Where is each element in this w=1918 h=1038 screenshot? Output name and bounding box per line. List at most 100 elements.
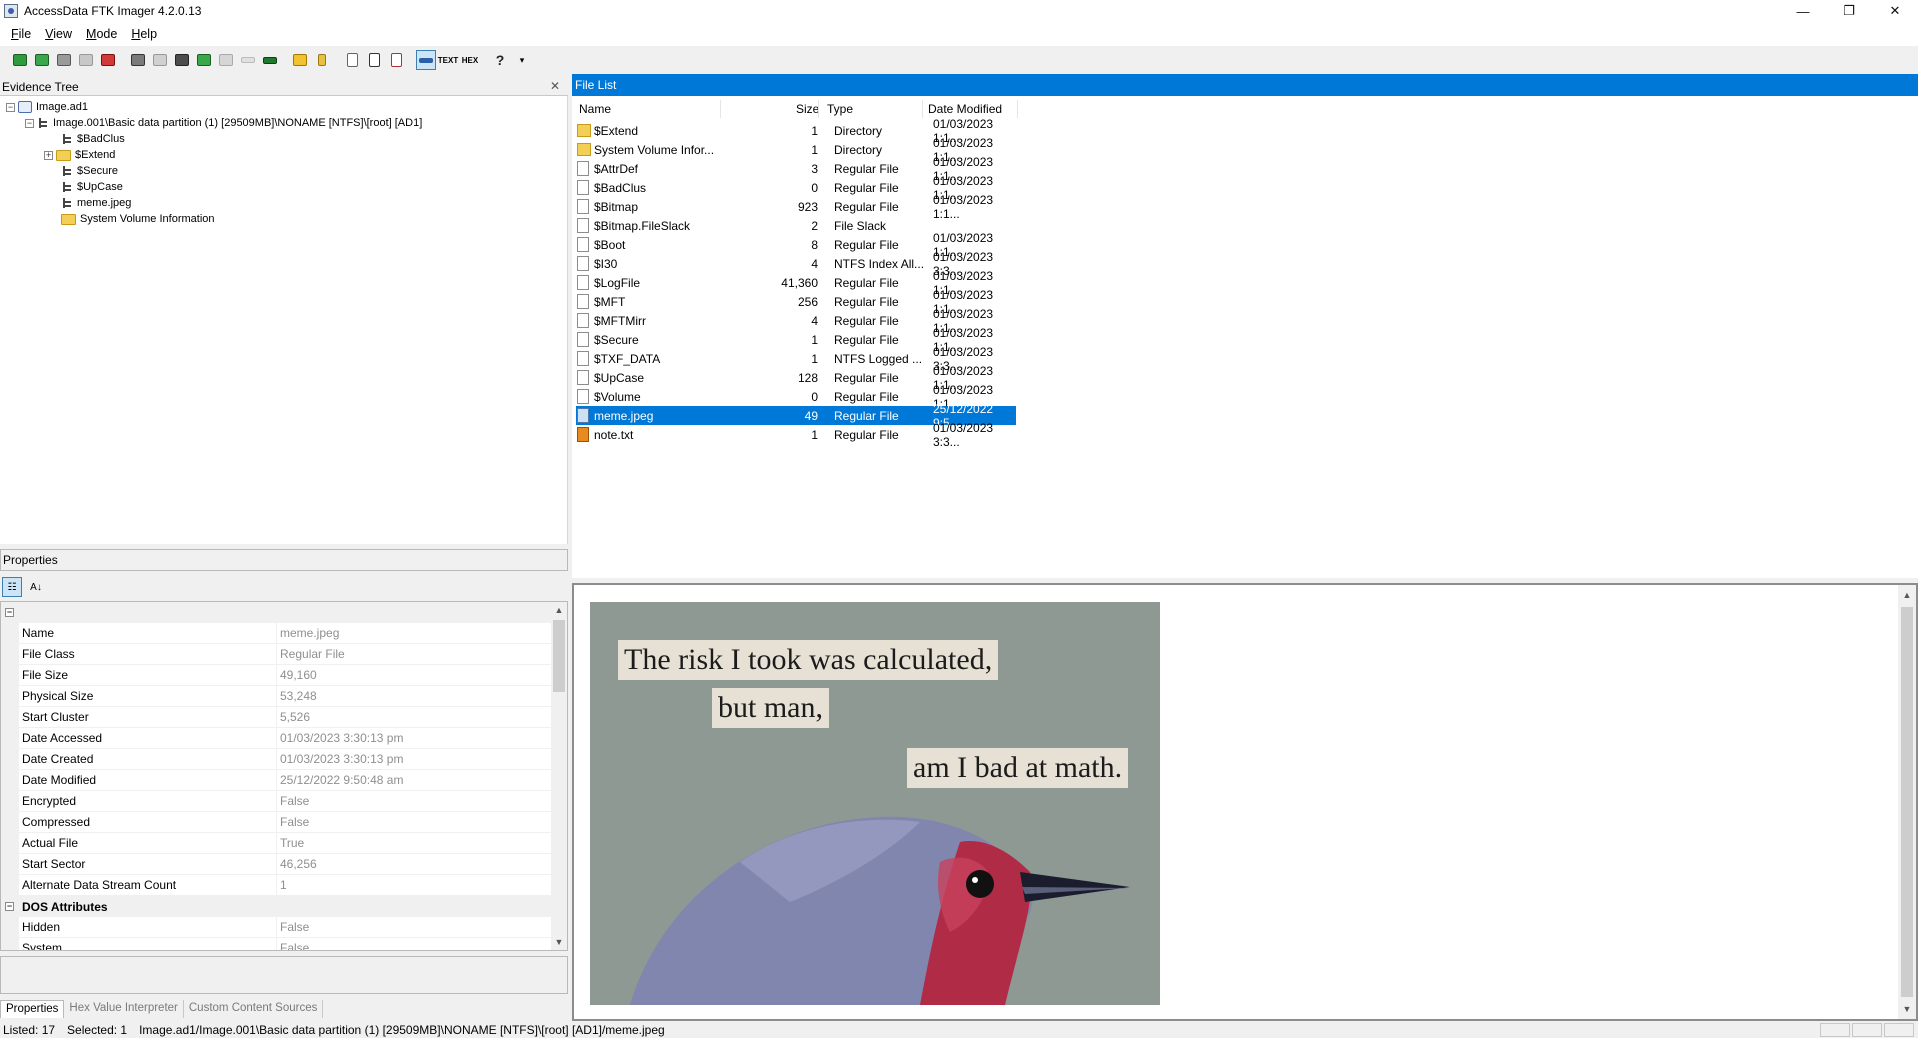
tree-node-secure[interactable]: $Secure: [61, 163, 118, 179]
property-name: Start Sector: [19, 853, 277, 875]
property-row[interactable]: System False: [1, 937, 552, 950]
more-icon[interactable]: ▾: [512, 50, 532, 70]
column-header-name[interactable]: Name: [579, 100, 611, 118]
tab-hex-value-interpreter[interactable]: Hex Value Interpreter: [64, 1000, 184, 1018]
export-disk-image-icon[interactable]: [150, 50, 170, 70]
scroll-up-icon[interactable]: ▲: [1899, 587, 1915, 603]
property-row[interactable]: Actual File True: [1, 832, 552, 854]
file-type: Regular File: [834, 370, 899, 385]
menu-file[interactable]: File: [4, 27, 38, 41]
collapse-icon[interactable]: −: [6, 102, 15, 112]
collapse-icon[interactable]: −: [5, 608, 14, 617]
decrypt-icon[interactable]: [238, 50, 258, 70]
add-evidence-icon[interactable]: [10, 50, 30, 70]
menu-mode[interactable]: Mode: [79, 27, 124, 41]
property-row[interactable]: Date Accessed 01/03/2023 3:30:13 pm: [1, 727, 552, 749]
file-size: 4: [811, 313, 818, 328]
scroll-down-icon[interactable]: ▼: [1899, 1001, 1915, 1017]
alphabetical-sort-icon[interactable]: A↓: [26, 577, 46, 597]
tab-custom-content-sources[interactable]: Custom Content Sources: [184, 1000, 324, 1018]
collapse-icon[interactable]: −: [25, 118, 34, 128]
tree-node-meme-jpeg[interactable]: meme.jpeg: [61, 195, 131, 211]
property-row[interactable]: Alternate Data Stream Count 1: [1, 874, 552, 896]
view-text-icon[interactable]: TEXT: [438, 50, 458, 70]
property-category-general[interactable]: −: [1, 602, 552, 623]
property-row[interactable]: Encrypted False: [1, 790, 552, 812]
property-row[interactable]: File Class Regular File: [1, 643, 552, 665]
minimize-button[interactable]: —: [1780, 0, 1826, 22]
property-row[interactable]: Compressed False: [1, 811, 552, 833]
property-row[interactable]: Physical Size 53,248: [1, 685, 552, 707]
close-icon[interactable]: ✕: [550, 79, 560, 93]
column-header-date-modified[interactable]: Date Modified: [928, 100, 1002, 118]
property-row[interactable]: Date Created 01/03/2023 3:30:13 pm: [1, 748, 552, 770]
file-row[interactable]: note.txt 1 Regular File 01/03/2023 3:3...: [576, 421, 1016, 449]
property-row[interactable]: Start Cluster 5,526: [1, 706, 552, 728]
tree-node-badclus[interactable]: $BadClus: [61, 131, 125, 147]
menu-view[interactable]: View: [38, 27, 79, 41]
property-name: Alternate Data Stream Count: [19, 874, 277, 896]
property-row[interactable]: Date Modified 25/12/2022 9:50:48 am: [1, 769, 552, 791]
tree-node-partition-root[interactable]: − Image.001\Basic data partition (1) [29…: [25, 115, 422, 131]
file-type: Directory: [834, 123, 883, 138]
verify-drive-icon[interactable]: [260, 50, 280, 70]
file-type: Regular File: [834, 389, 899, 404]
file-size: 2: [811, 218, 818, 233]
export-files-icon[interactable]: [364, 50, 384, 70]
properties-scrollbar[interactable]: ▲ ▼: [551, 602, 567, 950]
property-category-dos-attributes[interactable]: − DOS Attributes: [1, 896, 552, 917]
categorized-sort-icon[interactable]: ☷: [2, 577, 22, 597]
scroll-thumb[interactable]: [553, 620, 565, 692]
tree-node-upcase[interactable]: $UpCase: [61, 179, 123, 195]
row-gutter: [1, 685, 19, 707]
add-all-evidence-icon[interactable]: [32, 50, 52, 70]
file-size: 3: [811, 161, 818, 176]
export-hash-list-icon[interactable]: [386, 50, 406, 70]
scroll-up-icon[interactable]: ▲: [551, 602, 567, 618]
view-hex-icon[interactable]: HEX: [460, 50, 480, 70]
detect-efs-icon[interactable]: [342, 50, 362, 70]
menu-help[interactable]: Help: [124, 27, 164, 41]
property-row[interactable]: File Size 49,160: [1, 664, 552, 686]
create-custom-content-icon[interactable]: [216, 50, 236, 70]
column-divider: [922, 100, 923, 118]
remove-evidence-icon[interactable]: [76, 50, 96, 70]
close-button[interactable]: ✕: [1872, 0, 1918, 22]
tab-properties[interactable]: Properties: [0, 1000, 65, 1018]
scroll-thumb[interactable]: [1901, 607, 1913, 997]
property-row[interactable]: Hidden False: [1, 916, 552, 938]
file-size: 1: [811, 123, 818, 138]
properties-tabs: Properties Hex Value Interpreter Custom …: [0, 998, 568, 1018]
property-value: meme.jpeg: [280, 626, 340, 640]
tree-node-system-volume-information[interactable]: System Volume Information: [61, 211, 215, 227]
viewer-scrollbar[interactable]: ▲ ▼: [1898, 585, 1916, 1019]
add-to-custom-content-icon[interactable]: [194, 50, 214, 70]
obtain-protected-files-icon[interactable]: [312, 50, 332, 70]
file-icon: [577, 161, 589, 176]
tree-structure-icon: [61, 133, 73, 145]
expand-icon[interactable]: +: [44, 150, 53, 160]
column-header-size[interactable]: Size: [796, 100, 819, 118]
collapse-icon[interactable]: −: [5, 902, 14, 911]
tree-node-image-ad1[interactable]: − Image.ad1: [6, 99, 88, 115]
image-mounting-icon[interactable]: [54, 50, 74, 70]
file-size: 923: [797, 199, 818, 214]
file-list: Name Size Type Date Modified $Extend 1 Dir…: [572, 96, 1918, 578]
view-auto-icon[interactable]: [416, 50, 436, 70]
capture-memory-icon[interactable]: [290, 50, 310, 70]
export-logical-image-icon[interactable]: [172, 50, 192, 70]
file-row[interactable]: $Bitmap 923 Regular File 01/03/2023 1:1...: [576, 193, 1016, 221]
meme-caption-line-3: am I bad at math.: [907, 748, 1129, 788]
file-type: NTFS Logged ...: [834, 351, 923, 366]
row-gutter: [1, 790, 19, 812]
tree-node-extend[interactable]: + $Extend: [44, 147, 115, 163]
restore-button[interactable]: ❐: [1826, 0, 1872, 22]
scroll-down-icon[interactable]: ▼: [551, 934, 567, 950]
help-icon[interactable]: ?: [490, 50, 510, 70]
property-row[interactable]: Start Sector 46,256: [1, 853, 552, 875]
create-disk-image-icon[interactable]: [128, 50, 148, 70]
remove-all-evidence-icon[interactable]: [98, 50, 118, 70]
property-row[interactable]: Name meme.jpeg: [1, 622, 552, 644]
column-header-type[interactable]: Type: [827, 100, 853, 118]
tree-structure-icon: [61, 197, 73, 209]
